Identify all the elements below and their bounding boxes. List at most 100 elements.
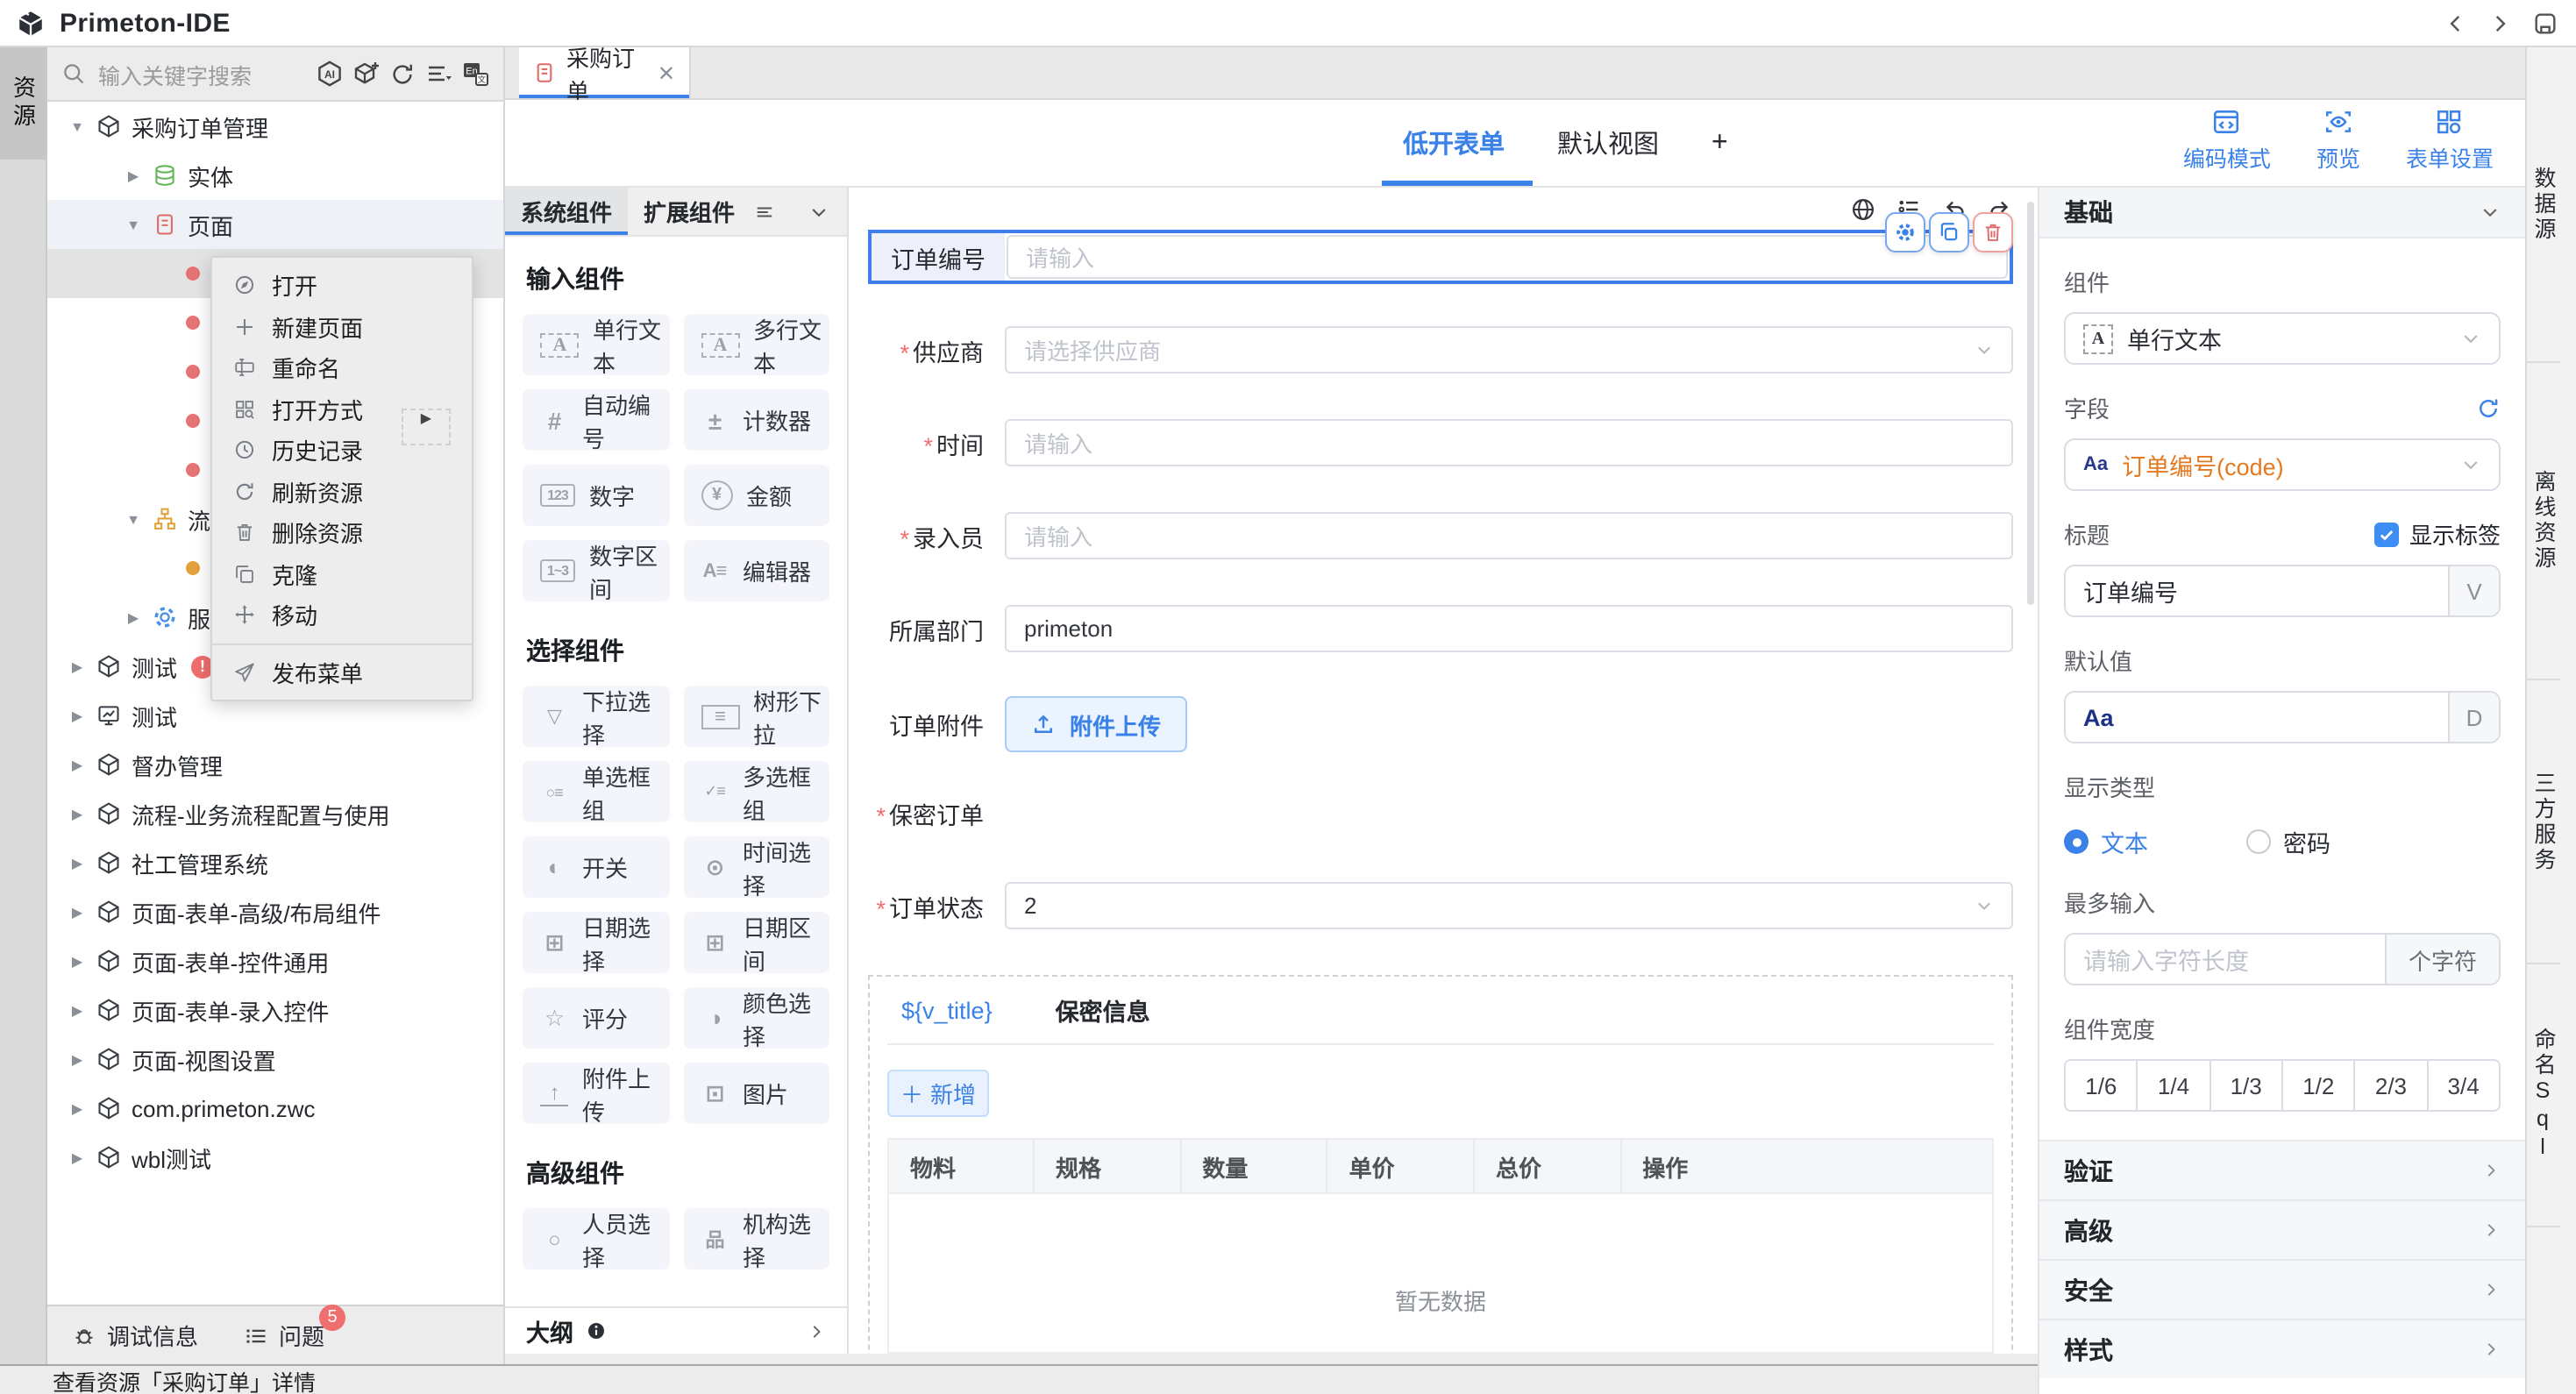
close-tab-icon[interactable]: ✕ bbox=[658, 60, 675, 85]
palette-item-number[interactable]: 123数字 bbox=[523, 465, 669, 526]
palette-item-time-picker[interactable]: ⊙时间选择 bbox=[683, 836, 829, 898]
expand-icon[interactable]: ▶ bbox=[68, 1051, 86, 1067]
palette-item-checkbox-group[interactable]: ✓≡多选框组 bbox=[683, 761, 829, 822]
tree-item[interactable]: ▶wbl测试 bbox=[47, 1133, 503, 1182]
tree-item[interactable]: ▶实体 bbox=[47, 151, 503, 200]
supplier-select[interactable]: 请选择供应商 bbox=[1005, 326, 2013, 373]
title-variable-button[interactable]: V bbox=[2448, 566, 2499, 615]
expand-icon[interactable]: ▶ bbox=[125, 609, 142, 625]
expand-icon[interactable]: ▶ bbox=[68, 1002, 86, 1018]
tree-item[interactable]: ▶流程-业务流程配置与使用 bbox=[47, 789, 503, 838]
tree-item[interactable]: ▼页面 bbox=[47, 200, 503, 249]
form-field-order-code-selected[interactable]: 订单编号 请输入 bbox=[868, 230, 2013, 284]
expand-icon[interactable]: ▶ bbox=[68, 1100, 86, 1116]
expand-icon[interactable]: ▶ bbox=[125, 167, 142, 183]
debug-info-button[interactable]: 调试信息 bbox=[72, 1319, 198, 1352]
order-code-input[interactable]: 请输入 bbox=[1007, 235, 2008, 279]
expand-icon[interactable]: ▶ bbox=[68, 904, 86, 920]
form-field-supplier[interactable]: *供应商 请选择供应商 bbox=[868, 326, 2013, 373]
forward-icon[interactable] bbox=[2488, 12, 2511, 35]
tree-item[interactable]: ▶页面-表单-录入控件 bbox=[47, 985, 503, 1035]
palette-item-date-picker[interactable]: ⊞日期选择 bbox=[523, 912, 669, 973]
palette-item-multi-text[interactable]: A多行文本 bbox=[683, 314, 829, 375]
rail-tab-resources[interactable]: 资源 bbox=[0, 47, 46, 160]
expand-icon[interactable]: ▶ bbox=[68, 1149, 86, 1165]
palette-item-image[interactable]: ⊡图片 bbox=[683, 1063, 829, 1124]
back-icon[interactable] bbox=[2444, 12, 2467, 35]
tree-item[interactable]: ▶com.primeton.zwc bbox=[47, 1084, 503, 1133]
title-input[interactable]: 订单编号 bbox=[2066, 566, 2448, 615]
rail-tab-datasource[interactable]: 数据源 bbox=[2527, 47, 2560, 363]
expand-icon[interactable]: ▶ bbox=[68, 757, 86, 772]
order-status-select[interactable]: 2 bbox=[1005, 882, 2013, 929]
rail-tab-offline-resources[interactable]: 离线资源 bbox=[2527, 363, 2560, 680]
inspector-section-basic[interactable]: 基础 bbox=[2039, 188, 2525, 238]
subform-tab-vtitle[interactable]: ${v_title} bbox=[901, 997, 993, 1023]
inspector-section-advanced[interactable]: 高级 bbox=[2039, 1199, 2525, 1259]
menu-item-clone[interactable]: 克隆 bbox=[212, 553, 472, 594]
menu-item-open-with[interactable]: 打开方式▶ bbox=[212, 388, 472, 430]
palette-item-org-picker[interactable]: 品机构选择 bbox=[683, 1208, 829, 1270]
expand-icon[interactable]: ▶ bbox=[68, 806, 86, 821]
expand-icon[interactable]: ▶ bbox=[68, 708, 86, 723]
width-option[interactable]: 2/3 bbox=[2356, 1061, 2429, 1110]
palette-item-dropdown[interactable]: ▽下拉选择 bbox=[523, 686, 669, 747]
view-tab-lowcode-form[interactable]: 低开表单 bbox=[1403, 124, 1505, 161]
menu-item-refresh-resource[interactable]: 刷新资源 bbox=[212, 471, 472, 512]
menu-item-move[interactable]: 移动 bbox=[212, 594, 472, 636]
palette-item-number-range[interactable]: 1~3数字区间 bbox=[523, 540, 669, 601]
palette-item-switch[interactable]: ◐开关 bbox=[523, 836, 669, 898]
palette-item-person-picker[interactable]: ○人员选择 bbox=[523, 1208, 669, 1270]
add-view-button[interactable]: + bbox=[1711, 127, 1728, 159]
i18n-globe-icon[interactable] bbox=[1850, 196, 1876, 223]
palette-item-auto-number[interactable]: #自动编号 bbox=[523, 389, 669, 451]
subform-container[interactable]: ${v_title} 保密信息 ＋新增 物料 规格 数量 单价 总价 操作 暂无… bbox=[868, 975, 2013, 1354]
preview-button[interactable]: 预览 bbox=[2316, 107, 2360, 174]
palette-item-single-text[interactable]: A单行文本 bbox=[523, 314, 669, 375]
refresh-icon[interactable] bbox=[389, 60, 416, 87]
save-layout-icon[interactable] bbox=[2532, 11, 2558, 37]
add-row-button[interactable]: ＋新增 bbox=[887, 1070, 989, 1117]
expand-icon[interactable]: ▶ bbox=[68, 953, 86, 969]
tree-item[interactable]: ▶社工管理系统 bbox=[47, 838, 503, 887]
expand-icon[interactable]: ▶ bbox=[68, 855, 86, 871]
attachment-upload-button[interactable]: 附件上传 bbox=[1005, 696, 1187, 752]
rail-tab-named-sql[interactable]: 命名Sql bbox=[2527, 964, 2560, 1227]
form-settings-button[interactable]: 表单设置 bbox=[2406, 107, 2494, 174]
field-refresh-icon[interactable] bbox=[2476, 395, 2501, 420]
menu-item-rename[interactable]: 重命名 bbox=[212, 347, 472, 388]
palette-tab-extended[interactable]: 扩展组件 bbox=[628, 188, 751, 235]
show-label-checkbox[interactable]: 显示标签 bbox=[2374, 517, 2501, 551]
form-field-confidential[interactable]: *保密订单 bbox=[868, 789, 2013, 836]
default-value-dynamic-button[interactable]: D bbox=[2448, 693, 2499, 742]
sort-list-icon[interactable] bbox=[424, 60, 452, 88]
tree-item[interactable]: ▶督办管理 bbox=[47, 740, 503, 789]
inspector-section-style[interactable]: 样式 bbox=[2039, 1319, 2525, 1378]
palette-item-color-picker[interactable]: ◑颜色选择 bbox=[683, 987, 829, 1049]
radio-text[interactable]: 文本 bbox=[2064, 824, 2148, 859]
view-tab-default-view[interactable]: 默认视图 bbox=[1557, 124, 1659, 161]
tree-item[interactable]: ▶页面-表单-控件通用 bbox=[47, 936, 503, 985]
recorder-input[interactable]: 请输入 bbox=[1005, 512, 2013, 559]
palette-item-counter[interactable]: ±计数器 bbox=[683, 389, 829, 451]
translate-icon[interactable]: En文 bbox=[461, 60, 489, 88]
tree-item[interactable]: ▶页面-视图设置 bbox=[47, 1035, 503, 1084]
menu-item-open[interactable]: 打开 bbox=[212, 265, 472, 306]
palette-list-icon[interactable] bbox=[754, 201, 775, 222]
ai-assistant-icon[interactable]: AI bbox=[316, 60, 344, 88]
palette-item-rating[interactable]: ☆评分 bbox=[523, 987, 669, 1049]
form-field-time[interactable]: *时间 请输入 bbox=[868, 419, 2013, 466]
problems-button[interactable]: 问题 5 bbox=[244, 1319, 324, 1352]
palette-item-editor[interactable]: A≡编辑器 bbox=[683, 540, 829, 601]
palette-item-tree-dropdown[interactable]: ≡树形下拉 bbox=[683, 686, 829, 747]
new-resource-icon[interactable] bbox=[352, 60, 381, 88]
collapse-icon[interactable]: ▼ bbox=[125, 511, 142, 527]
form-field-department[interactable]: 所属部门 primeton bbox=[868, 605, 2013, 652]
outline-toggle[interactable]: 大纲 bbox=[505, 1306, 847, 1354]
palette-item-amount[interactable]: ¥金额 bbox=[683, 465, 829, 526]
field-delete-button[interactable] bbox=[1973, 212, 2013, 252]
menu-item-publish-menu[interactable]: 发布菜单 bbox=[212, 651, 472, 693]
expand-icon[interactable]: ▶ bbox=[68, 658, 86, 674]
menu-item-new-page[interactable]: 新建页面 bbox=[212, 306, 472, 347]
component-type-select[interactable]: A 单行文本 bbox=[2064, 312, 2501, 365]
